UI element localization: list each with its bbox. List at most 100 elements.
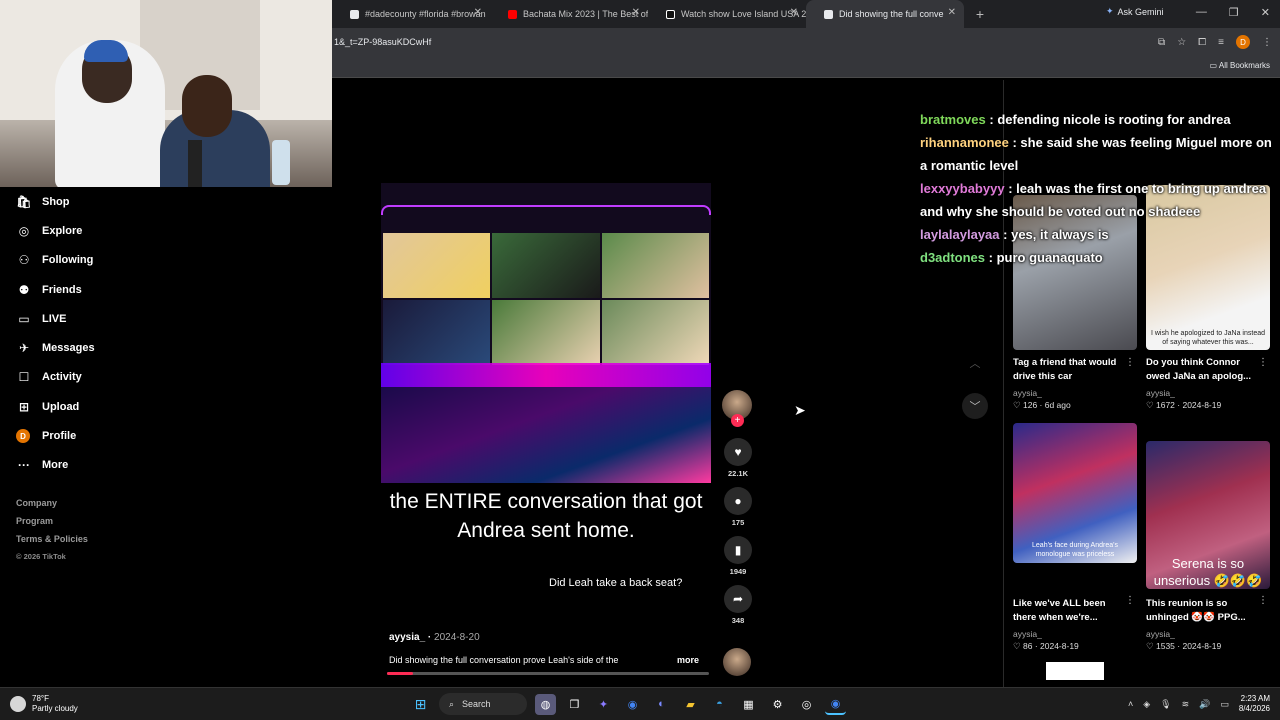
sidebar-item-shop[interactable]: 🛍 Shop [0, 187, 332, 216]
chevron-up-icon[interactable]: ˄ [1128, 699, 1133, 709]
follow-plus-icon[interactable]: + [731, 414, 744, 427]
sidebar-item-more[interactable]: ··· More [0, 451, 332, 480]
live-icon: ▭ [18, 311, 30, 326]
chat-message: rihannamonee : she said she was feeling … [920, 131, 1275, 177]
sound-avatar[interactable] [723, 648, 751, 676]
close-icon[interactable]: ✕ [948, 7, 956, 18]
like-count: 22.1K [727, 469, 748, 478]
all-bookmarks-label: All Bookmarks [1218, 61, 1270, 70]
thumbnail-overlay-text: Serena is so unserious 🤣🤣🤣 [1153, 556, 1263, 588]
video-progress-bar[interactable] [387, 672, 709, 675]
next-thumbnail-peek[interactable] [1046, 662, 1104, 680]
ask-gemini-button[interactable]: ✦ Ask Gemini [1106, 6, 1164, 17]
sidebar-item-messages[interactable]: ✈ Messages [0, 333, 332, 362]
microphone-icon[interactable]: 🎙 [1160, 699, 1171, 710]
new-tab-button[interactable]: + [968, 6, 992, 22]
video-author[interactable]: ayysia_ · 2024-8-20 [389, 632, 480, 643]
kebab-icon[interactable]: ⋮ [1125, 357, 1135, 368]
next-video-button[interactable]: ﹀ [962, 393, 988, 419]
close-icon[interactable]: ✕ [474, 7, 482, 18]
card-author: ayysia_ [1146, 388, 1175, 398]
footer-link-program[interactable]: Program [16, 516, 332, 534]
sidebar-item-activity[interactable]: ☐ Activity [0, 363, 332, 392]
maximize-icon[interactable]: ❐ [1229, 6, 1239, 19]
bookmarks-bar: ▭ All Bookmarks [332, 56, 1280, 78]
footer-link-terms[interactable]: Terms & Policies [16, 534, 332, 552]
kebab-icon[interactable]: ⋮ [1258, 595, 1268, 606]
wifi-icon[interactable]: ≋ [1182, 699, 1190, 710]
sidebar: 🛍 Shop ◎ Explore ⚇ Following ⚉ Friends ▭ LIVE… [0, 187, 332, 687]
footer-link-company[interactable]: Company [16, 498, 332, 516]
save-count: 1949 [729, 567, 747, 576]
copilot-icon[interactable]: ✦ [593, 694, 614, 715]
friends-icon: ⚉ [18, 282, 30, 297]
browser-tab[interactable]: Watch show Love Island USA 2 ✕ [648, 0, 806, 28]
kebab-icon[interactable]: ⋮ [1125, 595, 1135, 606]
chrome-icon[interactable]: ◉ [622, 694, 643, 715]
all-bookmarks-button[interactable]: ▭ All Bookmarks [1210, 61, 1270, 70]
sidebar-item-friends[interactable]: ⚉ Friends [0, 275, 332, 304]
menu-icon[interactable]: ⋮ [1262, 37, 1272, 48]
comment-icon: ● [734, 494, 742, 508]
more-button[interactable]: more [677, 655, 699, 665]
comment-button[interactable]: ● [724, 487, 752, 515]
sidebar-item-following[interactable]: ⚇ Following [0, 246, 332, 275]
store-icon[interactable]: ▦ [738, 694, 759, 715]
browser-tab-active[interactable]: Did showing the full conve ✕ [806, 0, 964, 28]
browser-tab[interactable]: Bachata Mix 2023 | The Best of ✕ [490, 0, 648, 28]
close-window-icon[interactable]: ✕ [1261, 6, 1270, 19]
extensions-icon[interactable]: ⧠ [1198, 37, 1206, 48]
taskbar-search[interactable]: ⌕ Search [439, 693, 527, 715]
settings-icon[interactable]: ⚙ [767, 694, 788, 715]
minimize-icon[interactable]: — [1196, 6, 1207, 19]
creator-avatar[interactable]: + [722, 390, 752, 427]
sidebar-item-upload[interactable]: ⊞ Upload [0, 392, 332, 421]
card-author: ayysia_ [1013, 388, 1042, 398]
card-likes: 86 [1022, 641, 1033, 651]
file-explorer-icon[interactable]: ▰ [680, 694, 701, 715]
card-title: Tag a friend that would drive this car [1013, 357, 1117, 382]
share-count: 348 [731, 616, 745, 625]
video-subcaption: Did Leah take a back seat? [549, 577, 683, 589]
suggested-card[interactable]: ⋮ This reunion is so unhinged 🤡🤡 PPG... … [1146, 441, 1270, 652]
task-view-icon[interactable]: ❐ [564, 694, 585, 715]
edge-icon[interactable]: ◓ [709, 694, 730, 715]
sidebar-item-explore[interactable]: ◎ Explore [0, 216, 332, 245]
weather-widget[interactable]: 78°F Partly cloudy [10, 694, 78, 714]
kebab-icon[interactable]: ⋮ [1258, 357, 1268, 368]
widgets-icon[interactable]: ◍ [535, 693, 556, 715]
video-player[interactable] [381, 183, 711, 483]
sidebar-item-live[interactable]: ▭ LIVE [0, 304, 332, 333]
tab-title: Watch show Love Island USA 2 [681, 9, 806, 19]
volume-icon[interactable]: 🔊 [1199, 699, 1210, 710]
close-icon[interactable]: ✕ [790, 7, 798, 18]
tab-title: Bachata Mix 2023 | The Best of [523, 9, 648, 19]
url-field[interactable]: 1&_t=ZP-98asuKDCwHf [332, 37, 431, 47]
browser-tab[interactable]: #dadecounty #florida #browan ✕ [332, 0, 490, 28]
video-thumbnail[interactable]: Leah's face during Andrea's monologue wa… [1013, 423, 1137, 563]
tab-title: #dadecounty #florida #browan [365, 9, 486, 19]
like-button[interactable]: ♥ [724, 438, 752, 466]
video-caption: the ENTIRE conversation that got Andrea … [389, 490, 703, 542]
chrome-active-icon[interactable]: ◉ [825, 694, 846, 715]
sidebar-item-profile[interactable]: D Profile [0, 421, 332, 450]
search-icon: ⌕ [449, 698, 455, 709]
profile-avatar[interactable]: D [1236, 35, 1250, 49]
clock[interactable]: 2:23 AM 8/4/2026 [1239, 694, 1270, 714]
obs-icon[interactable]: ◎ [796, 694, 817, 715]
windows-start-icon[interactable]: ⊞ [410, 694, 431, 715]
discord-icon[interactable]: ◐ [651, 694, 672, 715]
close-icon[interactable]: ✕ [632, 7, 640, 18]
bookmark-star-icon[interactable]: ☆ [1177, 37, 1186, 48]
share-button[interactable]: ➦ [724, 585, 752, 613]
install-icon[interactable]: ⧉ [1158, 37, 1165, 48]
security-icon[interactable]: ◈ [1143, 699, 1150, 710]
suggested-card[interactable]: Leah's face during Andrea's monologue wa… [1013, 423, 1137, 652]
save-button[interactable]: ▮ [724, 536, 752, 564]
heart-icon: ♥ [734, 445, 742, 459]
previous-video-button[interactable]: ︿ [962, 350, 988, 376]
sidebar-item-label: Profile [42, 430, 77, 443]
media-icon[interactable]: ≡ [1218, 37, 1224, 48]
battery-icon[interactable]: ▭ [1220, 699, 1229, 710]
person-icon: ⚇ [18, 253, 30, 268]
